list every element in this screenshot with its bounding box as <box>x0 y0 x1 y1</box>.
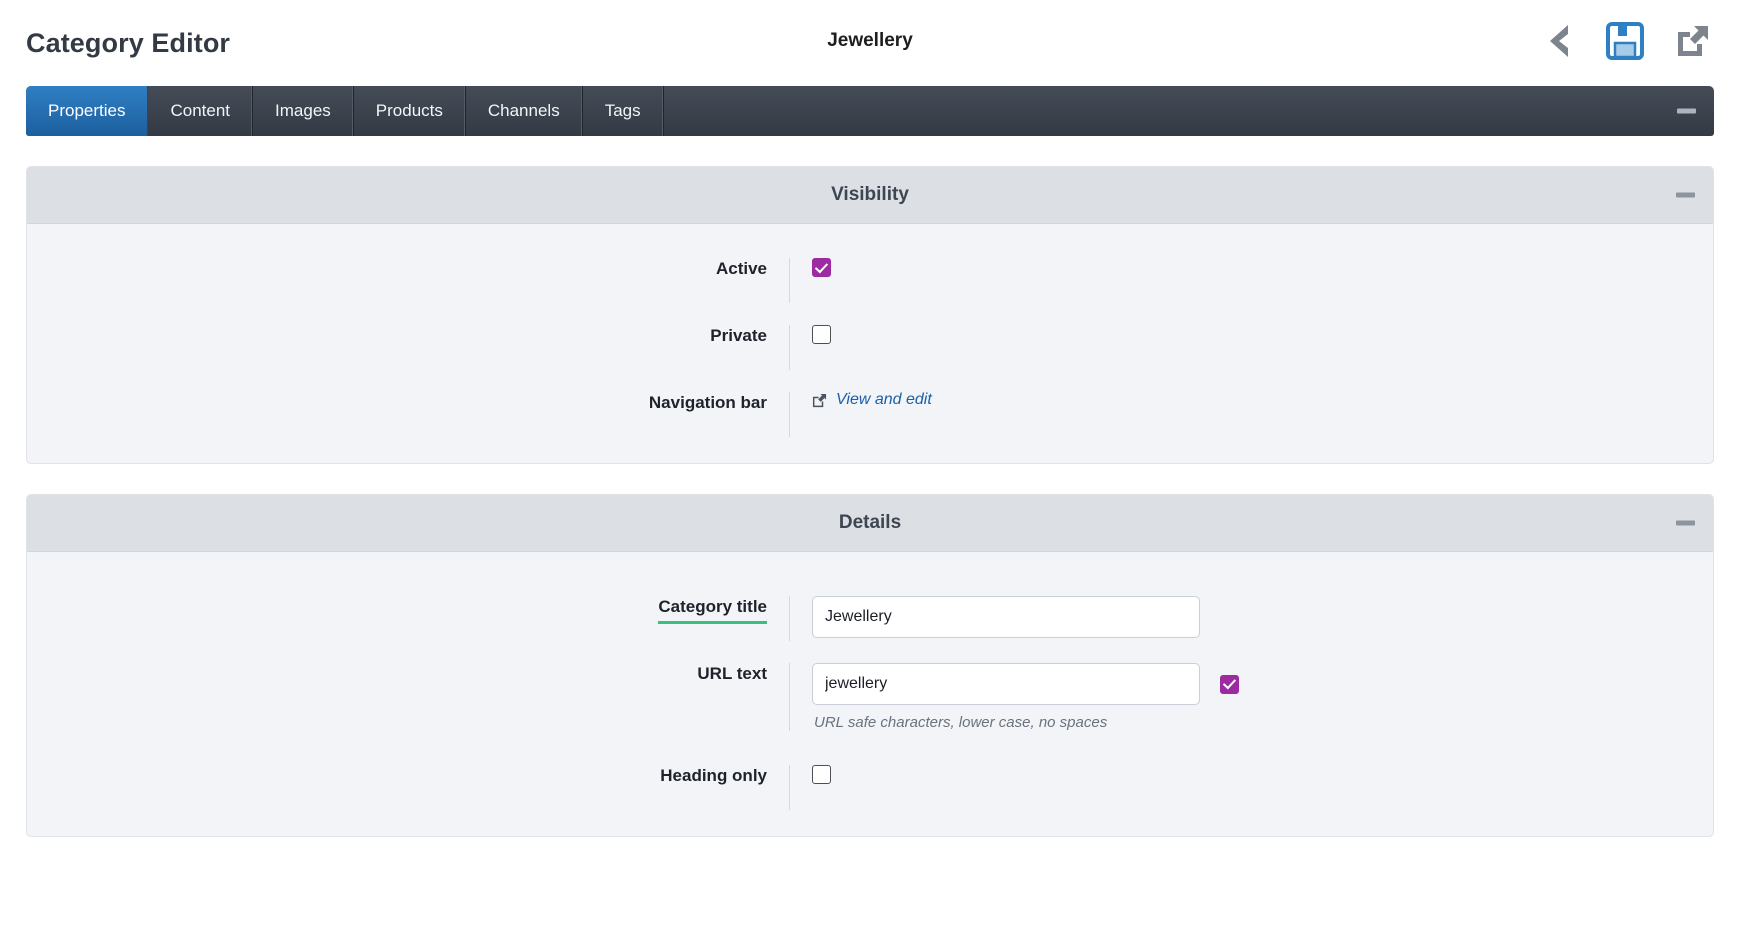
url-text-input[interactable] <box>812 663 1200 705</box>
tab-content-label: Content <box>170 101 231 120</box>
external-link-icon[interactable] <box>1674 22 1712 65</box>
page-title: Category Editor <box>26 27 231 58</box>
tab-channels[interactable]: Channels <box>466 86 583 136</box>
row-url-text: URL text URL safe characters, lower case… <box>27 663 1713 731</box>
category-title-input[interactable] <box>812 596 1200 638</box>
tab-images[interactable]: Images <box>253 86 354 136</box>
navigation-bar-field: View and edit <box>789 392 1713 437</box>
tab-tags-label: Tags <box>604 101 641 120</box>
row-category-title: Category title <box>27 596 1713 641</box>
header-actions <box>1542 21 1718 66</box>
url-text-inline <box>812 663 1239 705</box>
tab-tags[interactable]: Tags <box>583 86 664 136</box>
view-and-edit-link[interactable]: View and edit <box>812 392 932 408</box>
category-title-field <box>789 596 1713 641</box>
visibility-panel-body: Active Private Navigation bar View and e… <box>27 224 1713 463</box>
details-panel: Details Category title URL text URL safe… <box>26 494 1714 837</box>
tab-properties[interactable]: Properties <box>26 86 149 136</box>
url-text-label: URL text <box>697 664 767 683</box>
visibility-panel-header: Visibility <box>27 167 1713 224</box>
private-field <box>789 325 1713 370</box>
external-link-icon <box>812 393 827 407</box>
tab-content[interactable]: Content <box>148 86 254 136</box>
app-header: Category Editor Jewellery <box>0 0 1740 86</box>
row-heading-only: Heading only <box>27 765 1713 810</box>
active-field <box>789 258 1713 303</box>
visibility-panel: Visibility Active Private Navigation bar <box>26 166 1714 464</box>
details-panel-body: Category title URL text URL safe charact… <box>27 552 1713 836</box>
tab-properties-label: Properties <box>48 101 126 120</box>
tab-products-label: Products <box>375 101 443 120</box>
private-label: Private <box>710 326 767 345</box>
active-checkbox[interactable] <box>812 258 831 277</box>
tabbar-collapse-icon[interactable] <box>1677 108 1696 114</box>
back-chevron-icon[interactable] <box>1542 21 1576 66</box>
private-checkbox[interactable] <box>812 325 831 344</box>
details-panel-header: Details <box>27 495 1713 552</box>
url-text-field: URL safe characters, lower case, no spac… <box>789 663 1713 731</box>
row-navigation-bar: Navigation bar View and edit <box>27 392 1713 437</box>
tab-bar: Properties Content Images Products Chann… <box>26 86 1714 136</box>
details-panel-title: Details <box>838 512 902 533</box>
active-label: Active <box>715 259 767 278</box>
tab-channels-label: Channels <box>487 101 560 120</box>
category-title-label: Category title <box>27 596 789 624</box>
tab-images-label: Images <box>275 101 331 120</box>
view-and-edit-link-label: View and edit <box>836 391 932 408</box>
url-text-auto-checkbox[interactable] <box>1220 674 1239 694</box>
floppy-disk-save-icon[interactable] <box>1606 21 1644 65</box>
navigation-bar-label: Navigation bar <box>648 393 767 412</box>
category-title-label-text: Category title <box>658 596 767 624</box>
details-collapse-icon[interactable] <box>1676 520 1695 526</box>
row-private: Private <box>27 325 1713 370</box>
heading-only-field <box>789 765 1713 810</box>
heading-only-checkbox[interactable] <box>812 765 831 784</box>
url-text-helper: URL safe characters, lower case, no spac… <box>814 714 1108 731</box>
tab-products[interactable]: Products <box>354 86 466 136</box>
visibility-panel-title: Visibility <box>831 184 909 205</box>
visibility-collapse-icon[interactable] <box>1676 192 1695 198</box>
heading-only-label: Heading only <box>660 766 767 785</box>
row-active: Active <box>27 258 1713 303</box>
record-title: Jewellery <box>827 30 913 51</box>
